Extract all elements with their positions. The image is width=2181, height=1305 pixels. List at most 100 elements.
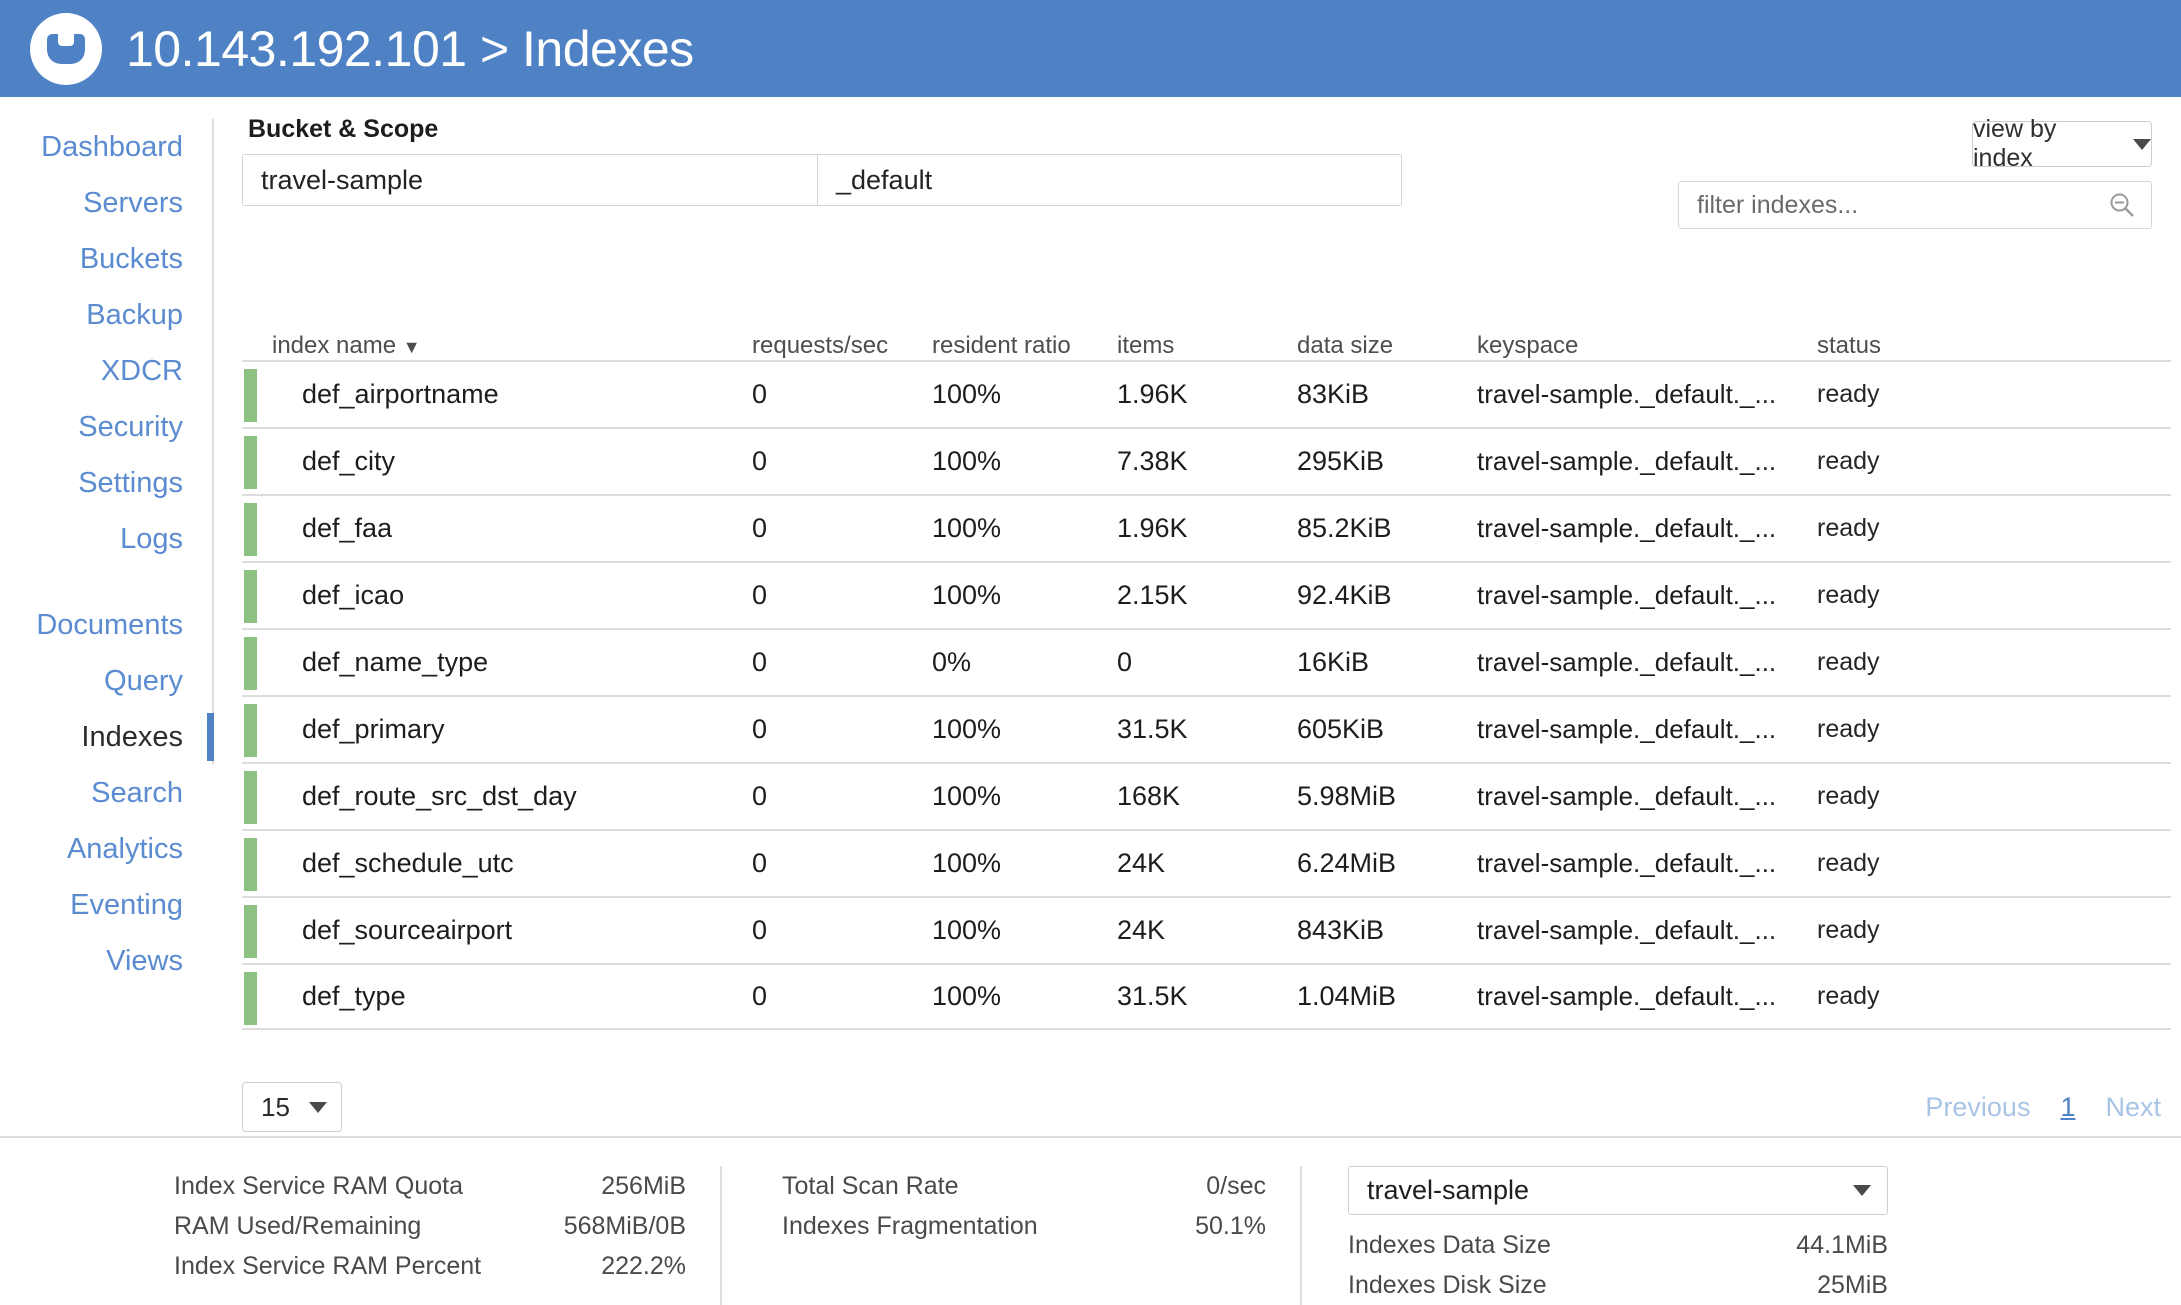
column-header-resident-ratio[interactable]: resident ratio: [932, 332, 1117, 360]
sidebar-item-documents[interactable]: Documents: [0, 597, 212, 653]
cell-data-size: 85.2KiB: [1297, 513, 1392, 543]
cell-resident-ratio: 100%: [932, 848, 1002, 878]
cell-resident-ratio: 100%: [932, 580, 1002, 610]
table-row[interactable]: def_primary 0 100% 31.5K 605KiB travel-sample…: [242, 695, 2171, 762]
table-row[interactable]: def_city 0 100% 7.38K 295KiB travel-sample._d…: [242, 427, 2171, 494]
bucket-scope-label: Bucket & Scope: [248, 115, 439, 143]
cell-status: ready: [1817, 380, 1880, 408]
column-header-index-name[interactable]: index name ▼: [272, 332, 752, 360]
cell-keyspace: travel-sample._default._...: [1477, 580, 1777, 610]
cell-requests-sec: 0: [752, 379, 768, 409]
page-number-1[interactable]: 1: [2060, 1092, 2075, 1123]
sidebar-item-logs[interactable]: Logs: [0, 511, 212, 567]
sidebar-item-xdcr[interactable]: XDCR: [0, 343, 212, 399]
cell-status: ready: [1817, 982, 1880, 1010]
stat-label: Indexes Data Size: [1348, 1231, 1551, 1259]
row-status-indicator: [244, 436, 257, 489]
scope-selector[interactable]: _default: [817, 155, 1401, 205]
column-header-data-size[interactable]: data size: [1297, 332, 1477, 360]
view-by-label: view by index: [1973, 115, 2057, 172]
footer-bucket-dropdown[interactable]: travel-sample: [1348, 1166, 1888, 1215]
next-page-link[interactable]: Next: [2105, 1092, 2161, 1123]
sidebar-item-buckets[interactable]: Buckets: [0, 231, 212, 287]
cell-items: 168K: [1117, 781, 1181, 811]
cell-items: 1.96K: [1117, 379, 1188, 409]
main-content: Bucket & Scope travel-sample _default vi…: [214, 97, 2181, 1136]
stat-label: RAM Used/Remaining: [174, 1212, 422, 1240]
couchbase-logo-icon: [30, 12, 102, 85]
stat-value: 50.1%: [1195, 1212, 1266, 1240]
scan-stats-group: Total Scan Rate 0/sec Indexes Fragmentat…: [720, 1166, 1300, 1305]
ram-stats-group: Index Service RAM Quota 256MiB RAM Used/…: [140, 1166, 720, 1305]
table-row[interactable]: def_route_src_dst_day 0 100% 168K 5.98MiB tra…: [242, 762, 2171, 829]
table-header-row: index name ▼ requests/sec resident ratio…: [242, 312, 2171, 360]
table-row[interactable]: def_icao 0 100% 2.15K 92.4KiB travel-sample._…: [242, 561, 2171, 628]
sidebar-item-settings[interactable]: Settings: [0, 455, 212, 511]
filter-indexes-field[interactable]: [1678, 181, 2152, 229]
stat-value: 0/sec: [1206, 1172, 1266, 1200]
sidebar-item-views[interactable]: Views: [0, 933, 212, 989]
column-header-items[interactable]: items: [1117, 332, 1297, 360]
indexes-table: index name ▼ requests/sec resident ratio…: [242, 312, 2171, 1030]
cell-data-size: 295KiB: [1297, 446, 1385, 476]
cell-requests-sec: 0: [752, 647, 768, 677]
cell-index-name: def_route_src_dst_day: [302, 781, 577, 811]
stats-footer: Index Service RAM Quota 256MiB RAM Used/…: [0, 1136, 2181, 1305]
stat-value: 44.1MiB: [1796, 1231, 1888, 1259]
previous-page-link[interactable]: Previous: [1925, 1092, 2030, 1123]
bucket-selector[interactable]: travel-sample: [243, 155, 817, 205]
cell-data-size: 1.04MiB: [1297, 981, 1397, 1011]
column-header-status[interactable]: status: [1817, 332, 2171, 360]
cell-resident-ratio: 100%: [932, 446, 1002, 476]
cell-index-name: def_name_type: [302, 647, 489, 677]
cell-requests-sec: 0: [752, 981, 768, 1011]
pagination-bar: 15 Previous 1 Next: [242, 1082, 2171, 1132]
row-status-indicator: [244, 905, 257, 958]
stat-label: Index Service RAM Percent: [174, 1252, 482, 1280]
table-body: def_airportname 0 100% 1.96K 83KiB travel-sam…: [242, 360, 2171, 1030]
filter-indexes-input[interactable]: [1697, 190, 2107, 220]
cell-items: 24K: [1117, 915, 1166, 945]
bucket-scope-selector: travel-sample _default: [242, 154, 1402, 206]
stat-label: Index Service RAM Quota: [174, 1172, 464, 1200]
cell-status: ready: [1817, 916, 1880, 944]
cell-keyspace: travel-sample._default._...: [1477, 915, 1777, 945]
table-row[interactable]: def_faa 0 100% 1.96K 85.2KiB travel-sample._d…: [242, 494, 2171, 561]
sidebar-item-indexes[interactable]: Indexes: [0, 709, 214, 765]
sidebar-item-query[interactable]: Query: [0, 653, 212, 709]
cell-keyspace: travel-sample._default._...: [1477, 379, 1777, 409]
stat-label: Total Scan Rate: [782, 1172, 959, 1200]
stat-value: 568MiB/0B: [563, 1212, 686, 1240]
cell-keyspace: travel-sample._default._...: [1477, 781, 1777, 811]
cell-items: 24K: [1117, 848, 1166, 878]
sidebar-item-eventing[interactable]: Eventing: [0, 877, 212, 933]
table-row[interactable]: def_sourceairport 0 100% 24K 843KiB travel-sa…: [242, 896, 2171, 963]
row-status-indicator: [244, 637, 257, 690]
cell-keyspace: travel-sample._default._...: [1477, 981, 1777, 1011]
page-size-dropdown[interactable]: 15: [242, 1082, 342, 1132]
sidebar-item-servers[interactable]: Servers: [0, 175, 212, 231]
table-row[interactable]: def_schedule_utc 0 100% 24K 6.24MiB travel-sa…: [242, 829, 2171, 896]
cell-requests-sec: 0: [752, 580, 768, 610]
cell-index-name: def_primary: [302, 714, 445, 744]
column-header-keyspace[interactable]: keyspace: [1477, 332, 1817, 360]
table-row[interactable]: def_name_type 0 0% 0 16KiB travel-sample._def…: [242, 628, 2171, 695]
sidebar-item-dashboard[interactable]: Dashboard: [0, 119, 212, 175]
table-row[interactable]: def_type 0 100% 31.5K 1.04MiB travel-sample._…: [242, 963, 2171, 1030]
cell-resident-ratio: 100%: [932, 915, 1002, 945]
table-row[interactable]: def_airportname 0 100% 1.96K 83KiB travel-sam…: [242, 360, 2171, 427]
sidebar-item-security[interactable]: Security: [0, 399, 212, 455]
bucket-stats-group: travel-sample Indexes Data Size 44.1MiB …: [1300, 1166, 1922, 1305]
stat-total-scan-rate: Total Scan Rate 0/sec: [782, 1166, 1266, 1206]
sidebar-item-search[interactable]: Search: [0, 765, 212, 821]
column-header-requests-sec[interactable]: requests/sec: [752, 332, 932, 360]
page-title: 10.143.192.101 > Indexes: [126, 20, 694, 77]
sidebar-item-backup[interactable]: Backup: [0, 287, 212, 343]
chevron-down-icon: [1853, 1185, 1871, 1196]
sidebar-item-analytics[interactable]: Analytics: [0, 821, 212, 877]
stat-index-service-ram-quota: Index Service RAM Quota 256MiB: [174, 1166, 686, 1206]
page-links: Previous 1 Next: [1925, 1092, 2171, 1123]
cell-resident-ratio: 100%: [932, 981, 1002, 1011]
search-icon[interactable]: [2107, 190, 2137, 220]
view-by-dropdown[interactable]: view by index: [1972, 115, 2152, 172]
